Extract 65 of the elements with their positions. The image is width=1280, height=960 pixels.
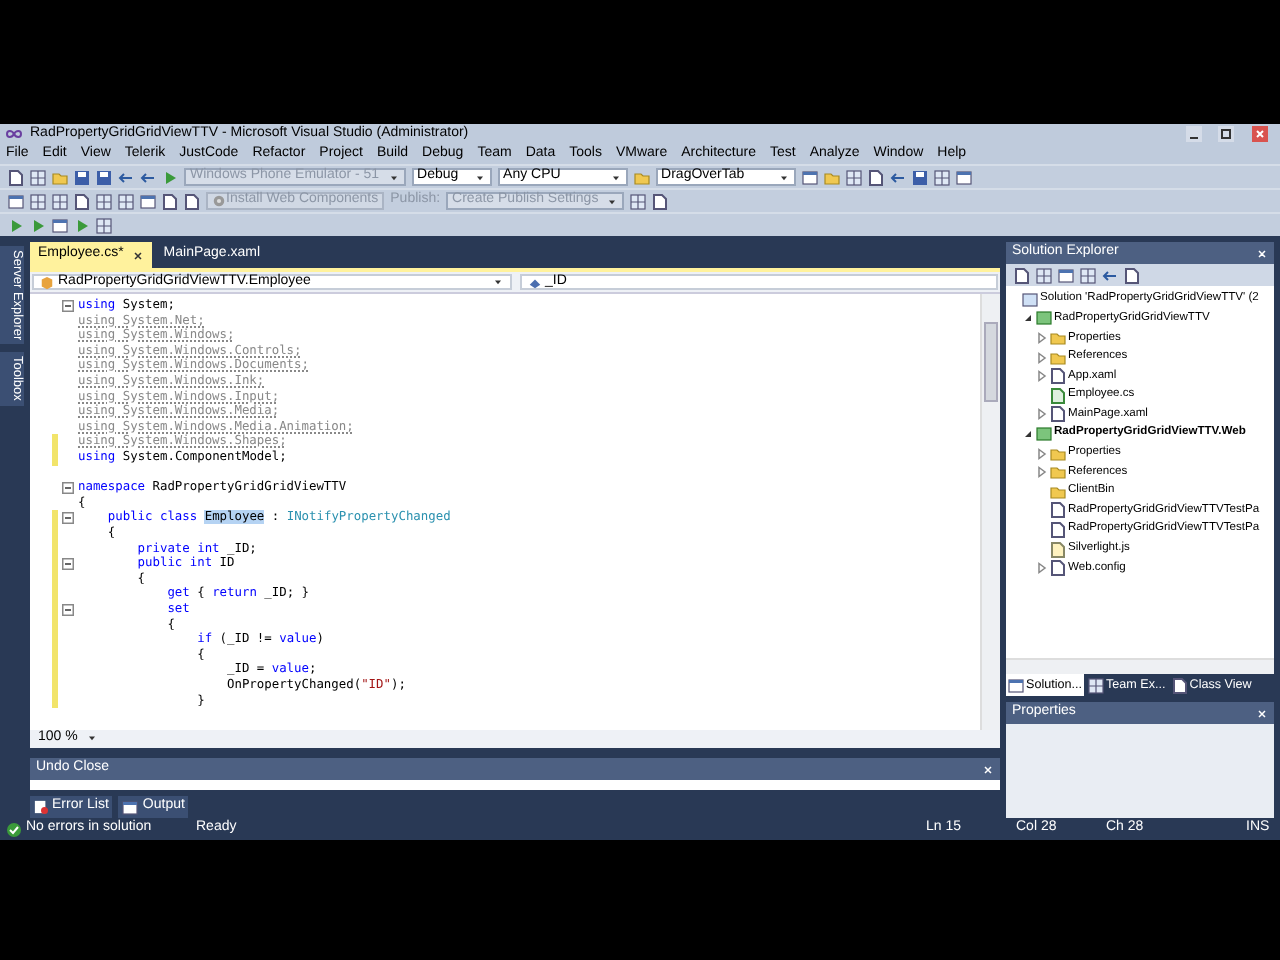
minimize-icon[interactable] xyxy=(1182,126,1206,142)
arrow-icon[interactable] xyxy=(889,169,906,185)
collapse-icon[interactable] xyxy=(62,299,74,312)
class-icon xyxy=(40,275,54,289)
save-icon[interactable] xyxy=(74,169,90,185)
grid-icon[interactable] xyxy=(118,193,134,209)
gear-icon xyxy=(212,194,226,208)
collapsed-icon[interactable] xyxy=(1036,466,1048,479)
grid-icon[interactable] xyxy=(845,169,862,185)
maximize-icon[interactable] xyxy=(1214,126,1238,142)
script-icon xyxy=(1050,541,1066,558)
collapsed-icon[interactable] xyxy=(1036,408,1048,421)
grid-icon[interactable] xyxy=(96,193,112,209)
horizontal-scrollbar[interactable] xyxy=(1006,658,1274,674)
caret-icon xyxy=(777,171,790,183)
caret-icon xyxy=(473,171,486,183)
scrollbar-thumb[interactable] xyxy=(984,322,998,402)
project-icon xyxy=(1036,425,1052,442)
grid-icon[interactable] xyxy=(30,169,46,185)
grid-icon[interactable] xyxy=(630,193,647,209)
grid-icon[interactable] xyxy=(933,169,950,185)
grid-icon[interactable] xyxy=(52,193,68,209)
expanded-icon[interactable] xyxy=(1022,427,1034,440)
collapsed-icon[interactable] xyxy=(1036,370,1048,383)
document-icon xyxy=(1050,560,1066,577)
grid-icon[interactable] xyxy=(1080,267,1096,283)
window-icon[interactable] xyxy=(1058,267,1074,283)
grid-icon[interactable] xyxy=(30,193,46,209)
save-icon[interactable] xyxy=(96,169,112,185)
caret-icon xyxy=(491,276,503,288)
arrow-icon[interactable] xyxy=(140,169,156,185)
window-icon[interactable] xyxy=(8,193,24,209)
collapse-icon[interactable] xyxy=(62,512,74,525)
check-circle-icon xyxy=(6,821,22,837)
collapse-icon[interactable] xyxy=(62,557,74,570)
grid-icon[interactable] xyxy=(96,217,112,233)
window-icon[interactable] xyxy=(801,169,818,185)
field-icon xyxy=(527,275,541,289)
expanded-icon[interactable] xyxy=(1022,312,1034,325)
collapsed-icon[interactable] xyxy=(1036,447,1048,460)
error-list-icon xyxy=(34,800,48,814)
grid-icon[interactable] xyxy=(1036,267,1052,283)
arrow-icon[interactable] xyxy=(1102,267,1118,283)
code-file-icon xyxy=(1050,387,1066,404)
window-icon[interactable] xyxy=(955,169,972,185)
infinity-logo-icon xyxy=(6,126,22,142)
caret-icon xyxy=(85,732,98,745)
grid-icon xyxy=(1088,677,1105,693)
close-icon[interactable] xyxy=(131,249,144,261)
save-icon[interactable] xyxy=(911,169,928,185)
window-icon[interactable] xyxy=(52,217,68,233)
collapsed-icon[interactable] xyxy=(1036,331,1048,344)
collapsed-icon[interactable] xyxy=(1036,351,1048,364)
collapse-icon[interactable] xyxy=(62,603,74,616)
arrow-icon[interactable] xyxy=(118,169,134,185)
document-icon xyxy=(1050,368,1066,385)
collapsed-icon[interactable] xyxy=(1036,562,1048,575)
window-icon[interactable] xyxy=(140,193,156,209)
solution-icon xyxy=(1022,291,1038,308)
project-icon xyxy=(1036,310,1052,327)
window-icon xyxy=(122,799,139,815)
collapse-icon[interactable] xyxy=(62,481,74,494)
window-icon xyxy=(1008,677,1024,693)
document-icon xyxy=(1050,406,1066,423)
caret-icon xyxy=(387,171,400,183)
